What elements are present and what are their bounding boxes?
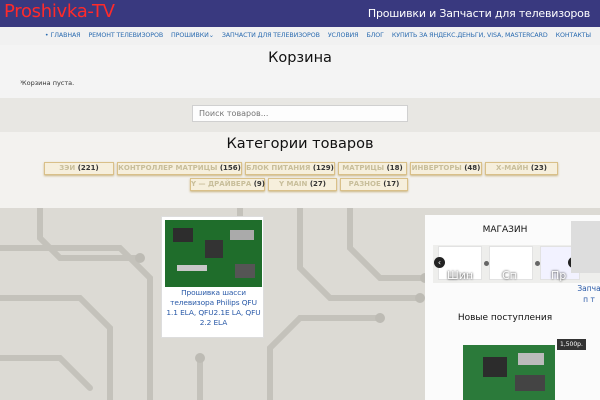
nav-item-terms[interactable]: УСЛОВИЯ xyxy=(328,31,359,40)
page-title-bar: Корзина xyxy=(0,45,600,72)
nav-item-parts[interactable]: ЗАПЧАСТИ ДЛЯ ТЕЛЕВИЗОРОВ xyxy=(222,31,320,40)
shop-widget-title: МАГАЗИН xyxy=(482,225,528,235)
carousel-caption[interactable]: Запча п т xyxy=(574,283,600,305)
category-label: Y MAIN xyxy=(279,180,308,188)
nav-item-home[interactable]: • ГЛАВНАЯ xyxy=(45,31,81,40)
category-tag[interactable]: Y MAIN (27) xyxy=(268,178,337,191)
nav-item-payment[interactable]: КУПИТЬ ЗА ЯНДЕКС.ДЕНЬГИ, VISA, MASTERCAR… xyxy=(392,31,548,40)
carousel-dot[interactable] xyxy=(535,261,540,266)
category-tag[interactable]: БЛОК ПИТАНИЯ (129) xyxy=(245,162,335,175)
category-tag[interactable]: ЗЭИ (221) xyxy=(44,162,114,175)
category-label: МАТРИЦЫ xyxy=(342,164,385,172)
category-label: ИНВЕРТОРЫ xyxy=(411,164,462,172)
page-title: Корзина xyxy=(268,50,332,66)
category-tag[interactable]: КОНТРОЛЛЕР МАТРИЦЫ (156) xyxy=(117,162,242,175)
categories-section: Категории товаров ЗЭИ (221) КОНТРОЛЛЕР М… xyxy=(0,132,600,208)
sidebar: МАГАЗИН Шин Сп Пр ‹ › Запча п т Новые по… xyxy=(425,215,600,400)
bullet-icon: • xyxy=(44,32,49,39)
category-tag[interactable]: Х-МАЙН (23) xyxy=(485,162,558,175)
new-arrivals-title: Новые поступления xyxy=(457,313,553,323)
product-image[interactable] xyxy=(165,220,262,287)
nav-item-contacts[interactable]: КОНТАКТЫ xyxy=(556,31,591,40)
nav-item-repair[interactable]: РЕМОНТ ТЕЛЕВИЗОРОВ xyxy=(88,31,163,40)
circuit-board-image xyxy=(165,220,262,287)
nav-item-blog[interactable]: БЛОГ xyxy=(366,31,384,40)
search-section xyxy=(0,98,600,132)
category-count: (156) xyxy=(219,164,241,172)
site-header: Proshivka-TV Прошивки и Запчасти для тел… xyxy=(0,0,600,27)
product-title-link[interactable]: Прошивка шасси телевизора Philips QFU 1.… xyxy=(165,288,262,328)
category-tag[interactable]: РАЗНОЕ (17) xyxy=(340,178,408,191)
category-count: (48) xyxy=(464,164,481,172)
price-badge: 1,500р. xyxy=(557,339,586,350)
category-count: (17) xyxy=(383,180,400,188)
nav-item-label: ГЛАВНАЯ xyxy=(50,32,81,39)
carousel-item-label: Сп xyxy=(502,269,517,282)
category-count: (9) xyxy=(253,180,265,188)
circuit-board-image xyxy=(463,345,555,400)
category-label: КОНТРОЛЛЕР МАТРИЦЫ xyxy=(118,164,218,172)
nav-item-label: ПРОШИВКИ xyxy=(171,32,209,39)
category-tag[interactable]: МАТРИЦЫ (18) xyxy=(338,162,407,175)
chevron-down-icon: ⌄ xyxy=(208,32,214,39)
category-label: РАЗНОЕ xyxy=(348,180,381,188)
category-label: ЗЭИ xyxy=(59,164,76,172)
main-nav: • ГЛАВНАЯ РЕМОНТ ТЕЛЕВИЗОРОВ ПРОШИВКИ⌄ ЗА… xyxy=(0,27,600,45)
site-tagline: Прошивки и Запчасти для телевизоров xyxy=(367,7,590,20)
carousel-dot[interactable] xyxy=(484,261,489,266)
tv-image[interactable] xyxy=(571,221,600,273)
category-tag[interactable]: ИНВЕРТОРЫ (48) xyxy=(410,162,482,175)
category-label: Х-МАЙН xyxy=(496,164,529,172)
category-tag[interactable]: Y — ДРАЙВЕРА (9) xyxy=(190,178,265,191)
category-label: БЛОК ПИТАНИЯ xyxy=(246,164,311,172)
carousel-item-label: Пр xyxy=(551,269,567,282)
category-count: (129) xyxy=(312,164,334,172)
product-card[interactable]: Прошивка шасси телевизора Philips QFU 1.… xyxy=(161,216,264,338)
cart-empty-message: Корзина пуста. xyxy=(22,79,75,87)
category-count: (23) xyxy=(530,164,547,172)
carousel-item-label: Шин xyxy=(447,269,474,282)
categories-title: Категории товаров xyxy=(226,136,374,152)
category-label: Y — ДРАЙВЕРА xyxy=(191,180,252,188)
search-input[interactable] xyxy=(192,105,408,122)
nav-item-firmware[interactable]: ПРОШИВКИ⌄ xyxy=(171,31,214,40)
new-product-image[interactable] xyxy=(463,345,555,400)
carousel-prev-icon[interactable]: ‹ xyxy=(434,257,445,268)
carousel-item[interactable]: Сп xyxy=(489,246,533,282)
category-count: (18) xyxy=(386,164,403,172)
category-count: (27) xyxy=(309,180,326,188)
breadcrumb: › Корзина пуста. xyxy=(0,72,600,98)
site-logo[interactable]: Proshivka-TV xyxy=(4,1,115,23)
category-count: (221) xyxy=(77,164,99,172)
